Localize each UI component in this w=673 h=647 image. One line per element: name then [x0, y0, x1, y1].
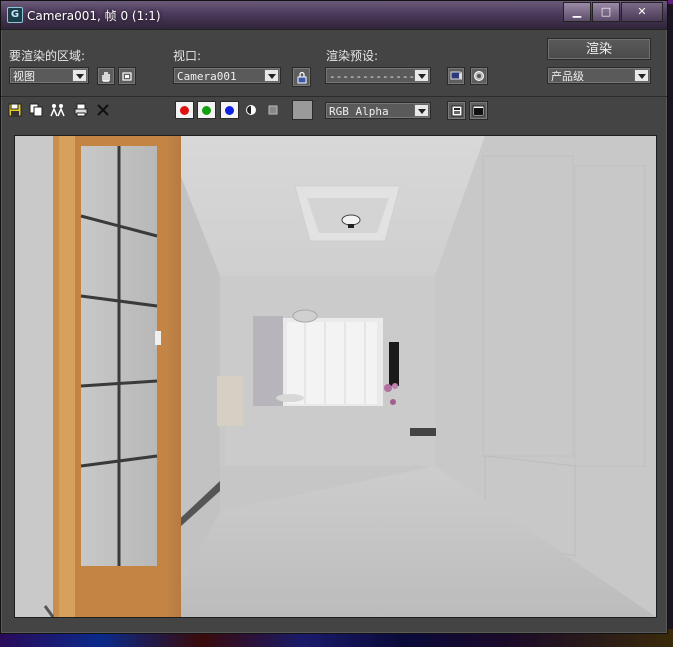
area-to-render-dropdown[interactable]: 视图 [9, 67, 89, 84]
region-icon[interactable] [118, 67, 136, 85]
chevron-down-icon [634, 69, 649, 82]
save-image-icon[interactable] [7, 102, 23, 118]
viewport-dropdown[interactable]: Camera001 [173, 67, 281, 84]
green-channel-toggle[interactable] [197, 101, 216, 119]
hand-icon[interactable] [97, 67, 115, 85]
red-channel-toggle[interactable] [175, 101, 194, 119]
clear-icon[interactable] [95, 102, 111, 118]
alpha-channel-icon[interactable] [243, 102, 259, 118]
color-swatch[interactable] [292, 100, 313, 120]
render-viewport[interactable] [14, 135, 657, 618]
green-dot-icon [202, 106, 211, 115]
chevron-down-icon [72, 69, 87, 82]
render-preset-dropdown[interactable]: --------------- [325, 67, 431, 84]
lock-viewport-icon[interactable] [292, 67, 311, 87]
copy-image-icon[interactable] [28, 102, 44, 118]
blue-dot-icon [225, 106, 234, 115]
environment-icon[interactable] [470, 67, 488, 85]
chevron-down-icon [264, 69, 279, 82]
chevron-down-icon [414, 104, 429, 117]
chevron-down-icon [414, 69, 429, 82]
print-icon[interactable] [73, 102, 89, 118]
clone-window-icon[interactable] [50, 102, 66, 118]
title-bar[interactable]: G Camera001, 帧 0 (1:1) ▁ □ ✕ [1, 1, 667, 30]
area-to-render-label: 要渲染的区域: [9, 49, 86, 63]
toolbar-divider [1, 96, 667, 97]
blue-channel-toggle[interactable] [220, 101, 239, 119]
window-controls: ▁ □ ✕ [562, 2, 663, 22]
quality-dropdown[interactable]: 产品级 [547, 67, 651, 84]
rendered-frame-window: G Camera001, 帧 0 (1:1) ▁ □ ✕ 要渲染的区域: 视口:… [0, 0, 668, 634]
viewport-label: 视口: [173, 49, 202, 63]
minimize-button[interactable]: ▁ [563, 2, 591, 22]
red-dot-icon [180, 106, 189, 115]
maximize-button[interactable]: □ [592, 2, 620, 22]
toggle-ui-icon[interactable] [447, 101, 466, 120]
render-preset-label: 渲染预设: [326, 49, 379, 63]
render-setup-icon[interactable] [447, 67, 465, 85]
app-icon: G [7, 7, 23, 23]
window-title: Camera001, 帧 0 (1:1) [27, 9, 161, 23]
monochrome-icon[interactable] [265, 102, 281, 118]
close-button[interactable]: ✕ [621, 2, 663, 22]
rendered-image [15, 136, 656, 617]
render-button[interactable]: 渲染 [547, 38, 651, 60]
display-channel-dropdown[interactable]: RGB Alpha [325, 102, 431, 119]
toggle-display-icon[interactable] [469, 101, 488, 120]
